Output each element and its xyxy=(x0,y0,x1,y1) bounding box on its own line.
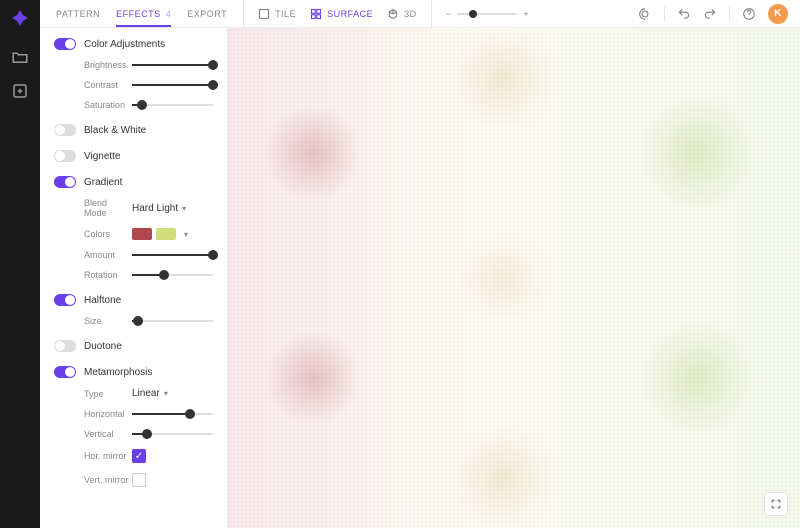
section-title: Color Adjustments xyxy=(84,39,165,50)
size-label: Size xyxy=(84,316,132,326)
section-gradient: Gradient Blend Mode Hard Light▾ Colors ▾ xyxy=(54,176,213,280)
view-tile[interactable]: TILE xyxy=(258,8,296,20)
cube-icon xyxy=(387,8,399,20)
topbar-actions: K xyxy=(626,4,800,24)
vert-mirror-checkbox[interactable] xyxy=(132,473,146,487)
section-title: Metamorphosis xyxy=(84,367,152,378)
color-swatch-1[interactable] xyxy=(132,228,152,240)
section-duotone: Duotone xyxy=(54,340,213,352)
left-rail xyxy=(0,0,40,528)
amount-label: Amount xyxy=(84,250,132,260)
rotation-slider[interactable] xyxy=(132,274,213,276)
redo-icon[interactable] xyxy=(703,7,717,21)
section-title: Gradient xyxy=(84,177,122,188)
contrast-label: Contrast xyxy=(84,80,132,90)
undo-icon[interactable] xyxy=(677,7,691,21)
section-halftone: Halftone Size xyxy=(54,294,213,326)
size-slider[interactable] xyxy=(132,320,213,322)
section-metamorphosis: Metamorphosis Type Linear▾ Horizontal Ve… xyxy=(54,366,213,487)
toggle-color-adjustments[interactable] xyxy=(54,38,76,50)
type-select[interactable]: Linear▾ xyxy=(132,388,168,399)
gradient-colors: ▾ xyxy=(132,228,188,240)
tab-export[interactable]: EXPORT xyxy=(187,1,227,27)
expand-icon xyxy=(770,498,782,510)
view-3d-label: 3D xyxy=(404,9,417,19)
type-label: Type xyxy=(84,389,132,399)
section-color-adjustments: Color Adjustments Brightness Contrast Sa… xyxy=(54,38,213,110)
fullscreen-button[interactable] xyxy=(764,492,788,516)
theme-icon[interactable] xyxy=(638,7,652,21)
canvas[interactable] xyxy=(228,28,800,528)
chevron-down-icon: ▾ xyxy=(182,204,186,213)
hor-mirror-checkbox[interactable]: ✓ xyxy=(132,449,146,463)
toggle-metamorphosis[interactable] xyxy=(54,366,76,378)
blend-mode-select[interactable]: Hard Light▾ xyxy=(132,203,186,214)
view-surface[interactable]: SURFACE xyxy=(310,8,373,20)
help-icon[interactable] xyxy=(742,7,756,21)
section-black-white: Black & White xyxy=(54,124,213,136)
folder-icon[interactable] xyxy=(11,48,29,66)
zoom-control[interactable]: − + xyxy=(432,9,544,19)
tab-effects-badge: 4 xyxy=(166,9,172,19)
divider xyxy=(664,6,665,22)
chevron-down-icon[interactable]: ▾ xyxy=(184,230,188,239)
vert-mirror-label: Vert. mirror xyxy=(84,475,132,485)
effects-sidebar: Color Adjustments Brightness Contrast Sa… xyxy=(40,28,228,528)
vertical-slider[interactable] xyxy=(132,433,213,435)
saturation-label: Saturation xyxy=(84,100,132,110)
main: PATTERN EFFECTS 4 EXPORT TILE SURFACE 3D… xyxy=(40,0,800,528)
section-vignette: Vignette xyxy=(54,150,213,162)
colors-label: Colors xyxy=(84,229,132,239)
vertical-label: Vertical xyxy=(84,429,132,439)
toggle-halftone[interactable] xyxy=(54,294,76,306)
horizontal-slider[interactable] xyxy=(132,413,213,415)
topbar: PATTERN EFFECTS 4 EXPORT TILE SURFACE 3D… xyxy=(40,0,800,28)
rotation-label: Rotation xyxy=(84,270,132,280)
add-icon[interactable] xyxy=(11,82,29,100)
section-title: Black & White xyxy=(84,125,146,136)
toggle-duotone[interactable] xyxy=(54,340,76,352)
halftone-overlay xyxy=(228,28,800,528)
content: Color Adjustments Brightness Contrast Sa… xyxy=(40,28,800,528)
section-title: Vignette xyxy=(84,151,121,162)
amount-slider[interactable] xyxy=(132,254,213,256)
toggle-vignette[interactable] xyxy=(54,150,76,162)
horizontal-label: Horizontal xyxy=(84,409,132,419)
blend-mode-label: Blend Mode xyxy=(84,198,132,218)
chevron-down-icon: ▾ xyxy=(164,389,168,398)
tab-pattern[interactable]: PATTERN xyxy=(56,1,100,27)
hor-mirror-label: Hor. mirror xyxy=(84,451,132,461)
view-3d[interactable]: 3D xyxy=(387,8,417,20)
surface-icon xyxy=(310,8,322,20)
tab-effects-label: EFFECTS xyxy=(116,9,161,19)
brightness-slider[interactable] xyxy=(132,64,213,66)
color-swatch-2[interactable] xyxy=(156,228,176,240)
view-surface-label: SURFACE xyxy=(327,9,373,19)
app-logo[interactable] xyxy=(8,8,32,32)
avatar[interactable]: K xyxy=(768,4,788,24)
main-tabs: PATTERN EFFECTS 4 EXPORT xyxy=(40,1,243,27)
toggle-gradient[interactable] xyxy=(54,176,76,188)
view-tabs: TILE SURFACE 3D xyxy=(244,8,431,20)
contrast-slider[interactable] xyxy=(132,84,213,86)
toggle-black-white[interactable] xyxy=(54,124,76,136)
view-tile-label: TILE xyxy=(275,9,296,19)
tab-effects[interactable]: EFFECTS 4 xyxy=(116,1,171,27)
section-title: Halftone xyxy=(84,295,121,306)
tile-icon xyxy=(258,8,270,20)
divider xyxy=(729,6,730,22)
saturation-slider[interactable] xyxy=(132,104,213,106)
section-title: Duotone xyxy=(84,341,122,352)
brightness-label: Brightness xyxy=(84,60,132,70)
